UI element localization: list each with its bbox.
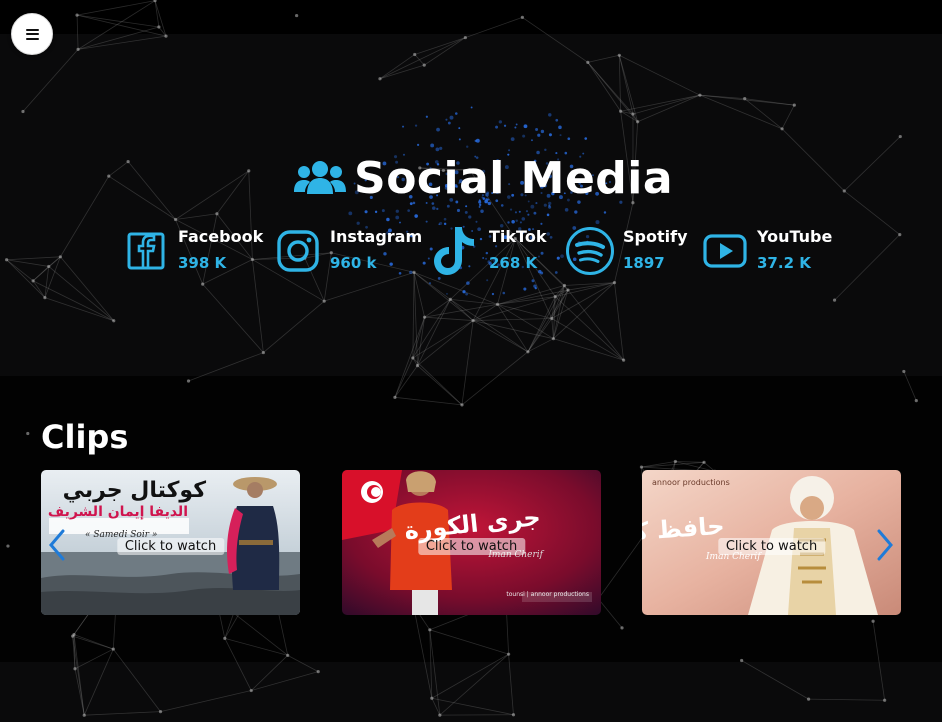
social-count: 398 K	[178, 254, 227, 272]
social-name: Instagram	[330, 227, 423, 246]
clip-card[interactable]: جرى الكورة Iman Cherif tounsi | annoor p…	[342, 470, 601, 615]
chevron-left-icon[interactable]	[47, 528, 67, 562]
page-title: Social Media	[354, 152, 674, 204]
social-count: 1897	[623, 254, 665, 272]
social-media-heading: Social Media	[294, 148, 673, 208]
click-to-watch-label: Click to watch	[717, 538, 826, 555]
social-count: 960 k	[330, 254, 377, 272]
clip-producer-logo: tounsi | annoor productions	[506, 591, 589, 598]
facebook-icon	[124, 226, 168, 276]
social-count: 268 K	[489, 254, 538, 272]
menu-button[interactable]	[11, 13, 53, 55]
clip-card[interactable]: كوكتال جربي الديفا إيمان الشريف « Samedi…	[41, 470, 300, 615]
instagram-icon	[276, 226, 320, 276]
youtube-icon	[703, 226, 747, 276]
click-to-watch-label: Click to watch	[116, 538, 225, 555]
social-instagram[interactable]: Instagram 960 k	[276, 226, 422, 276]
clip-producer-logo: annoor productions	[652, 478, 730, 487]
hamburger-menu-icon	[25, 28, 39, 40]
social-name: Facebook	[178, 227, 264, 246]
social-name: YouTube	[757, 227, 833, 246]
social-spotify[interactable]: Spotify 1897	[565, 226, 688, 276]
tiktok-icon	[432, 226, 476, 276]
social-name: TikTok	[489, 227, 547, 246]
social-youtube[interactable]: YouTube 37.2 K	[703, 226, 832, 276]
social-facebook[interactable]: Facebook 398 K	[124, 226, 263, 276]
social-count: 37.2 K	[757, 254, 811, 272]
click-to-watch-label: Click to watch	[417, 538, 526, 555]
spotify-icon	[565, 226, 615, 276]
clip-subtitle-ar: الديفا إيمان الشريف	[47, 504, 188, 520]
social-name: Spotify	[623, 227, 688, 246]
clip-title-ar: كوكتال جربي	[62, 478, 206, 503]
social-tiktok[interactable]: TikTok 268 K	[432, 226, 546, 276]
users-icon	[294, 161, 346, 194]
clips-heading: Clips	[41, 418, 129, 456]
clip-card[interactable]: annoor productions حافظ كبير Iman Cherif…	[642, 470, 901, 615]
chevron-right-icon[interactable]	[875, 528, 895, 562]
